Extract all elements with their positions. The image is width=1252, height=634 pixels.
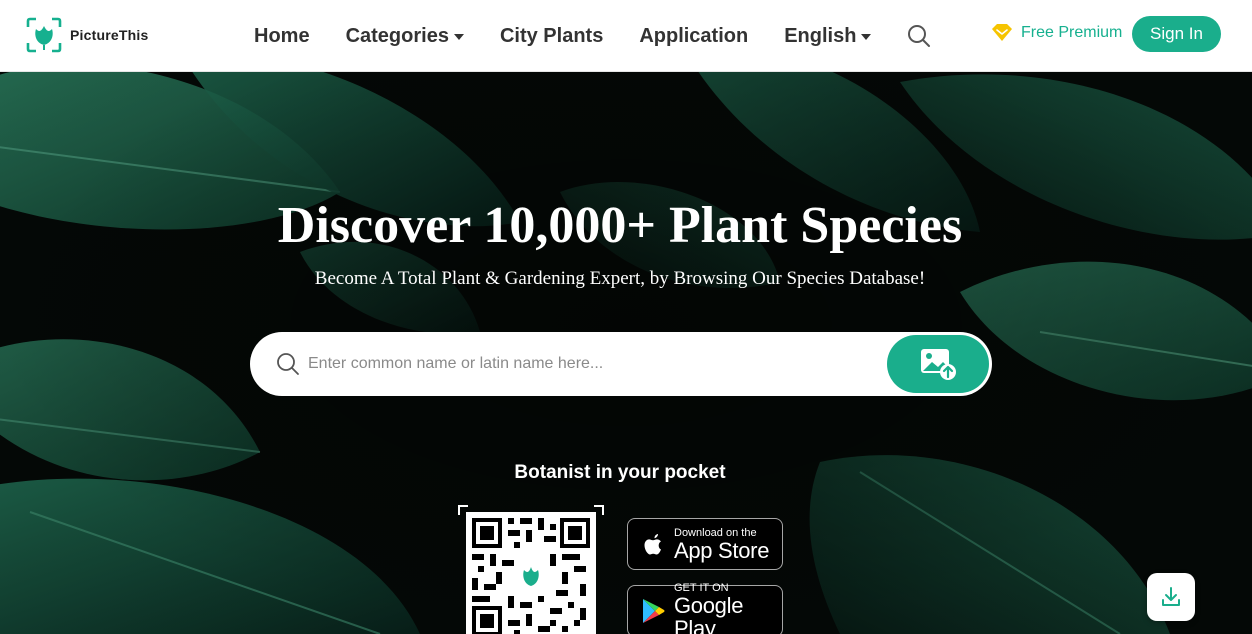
pocket-heading: Botanist in your pocket: [514, 462, 726, 483]
logo-text: PictureThis: [70, 27, 149, 43]
picturethis-logo-icon: [26, 17, 62, 53]
nav-categories[interactable]: Categories: [346, 25, 464, 48]
nav-categories-label: Categories: [345, 24, 449, 47]
nav-city-plants-label: City Plants: [499, 24, 604, 47]
nav-home[interactable]: Home: [254, 25, 310, 48]
nav-application[interactable]: Application: [639, 25, 748, 48]
apple-icon: [644, 534, 661, 555]
search-icon[interactable]: [906, 23, 932, 49]
logo[interactable]: PictureThis: [26, 17, 148, 53]
google-play-icon: [643, 599, 665, 623]
google-play-text: GET IT ON Google Play: [674, 582, 782, 634]
nav-city-plants[interactable]: City Plants: [500, 25, 603, 48]
premium-label: Free Premium: [1021, 24, 1123, 41]
google-play-big-label: Google Play: [674, 593, 744, 634]
qr-code[interactable]: [466, 512, 596, 634]
free-premium-link[interactable]: Free Premium: [990, 23, 1122, 43]
diamond-icon: [992, 24, 1012, 41]
caret-down-icon: [861, 34, 872, 40]
species-search-input[interactable]: [308, 348, 878, 380]
image-upload-icon: [921, 349, 956, 380]
hero-title: Discover 10,000+ Plant Species: [277, 197, 963, 254]
hero-subtitle: Become A Total Plant & Gardening Expert,…: [314, 268, 926, 289]
sign-in-label: Sign In: [1150, 24, 1203, 43]
nav-home-label: Home: [254, 24, 310, 47]
main-nav: Home Categories City Plants Application …: [254, 0, 907, 72]
app-store-text: Download on the App Store: [674, 527, 769, 562]
site-header: PictureThis Home Categories City Plants …: [0, 0, 1252, 72]
nav-language[interactable]: English: [784, 24, 872, 48]
search-icon: [277, 353, 299, 375]
image-search-button[interactable]: [887, 335, 989, 393]
app-store-big-label: App Store: [674, 537, 770, 563]
google-play-button[interactable]: GET IT ON Google Play: [627, 582, 783, 634]
caret-down-icon: [453, 34, 464, 40]
nav-language-label: English: [784, 24, 857, 47]
app-store-small-label: Download on the: [674, 526, 757, 539]
sign-in-button[interactable]: Sign In: [1132, 16, 1221, 52]
download-button[interactable]: [1147, 573, 1195, 621]
app-store-button[interactable]: Download on the App Store: [627, 518, 783, 570]
nav-application-label: Application: [639, 24, 749, 47]
download-icon: [1162, 587, 1180, 606]
